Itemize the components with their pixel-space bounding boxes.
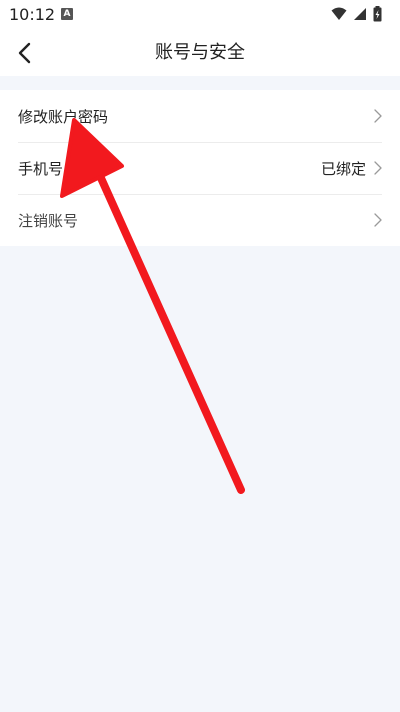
status-icons: [331, 6, 382, 22]
phone-bound-status: 已绑定: [320, 159, 366, 178]
change-password-row[interactable]: 修改账户密码: [0, 90, 400, 142]
cancel-account-row[interactable]: 注销账号: [0, 194, 400, 246]
signal-icon: [354, 8, 366, 20]
notification-a-icon: A: [61, 8, 73, 20]
settings-list: 修改账户密码 手机号 已绑定 注销账号: [0, 90, 400, 246]
back-button[interactable]: [10, 38, 42, 68]
status-bar: 10:12 A: [0, 0, 400, 30]
phone-number-label: 手机号: [18, 159, 64, 178]
app-header: 账号与安全: [0, 30, 400, 76]
chevron-left-icon: [18, 42, 31, 64]
chevron-right-icon: [374, 213, 382, 227]
battery-icon: [373, 6, 382, 22]
section-gap: [0, 76, 400, 90]
wifi-icon: [331, 7, 347, 20]
page-title: 账号与安全: [155, 42, 245, 63]
status-time: 10:12: [9, 5, 56, 24]
change-password-label: 修改账户密码: [18, 107, 109, 126]
chevron-right-icon: [374, 109, 382, 123]
chevron-right-icon: [374, 161, 382, 175]
cancel-account-label: 注销账号: [18, 211, 79, 230]
phone-number-row[interactable]: 手机号 已绑定: [0, 142, 400, 194]
